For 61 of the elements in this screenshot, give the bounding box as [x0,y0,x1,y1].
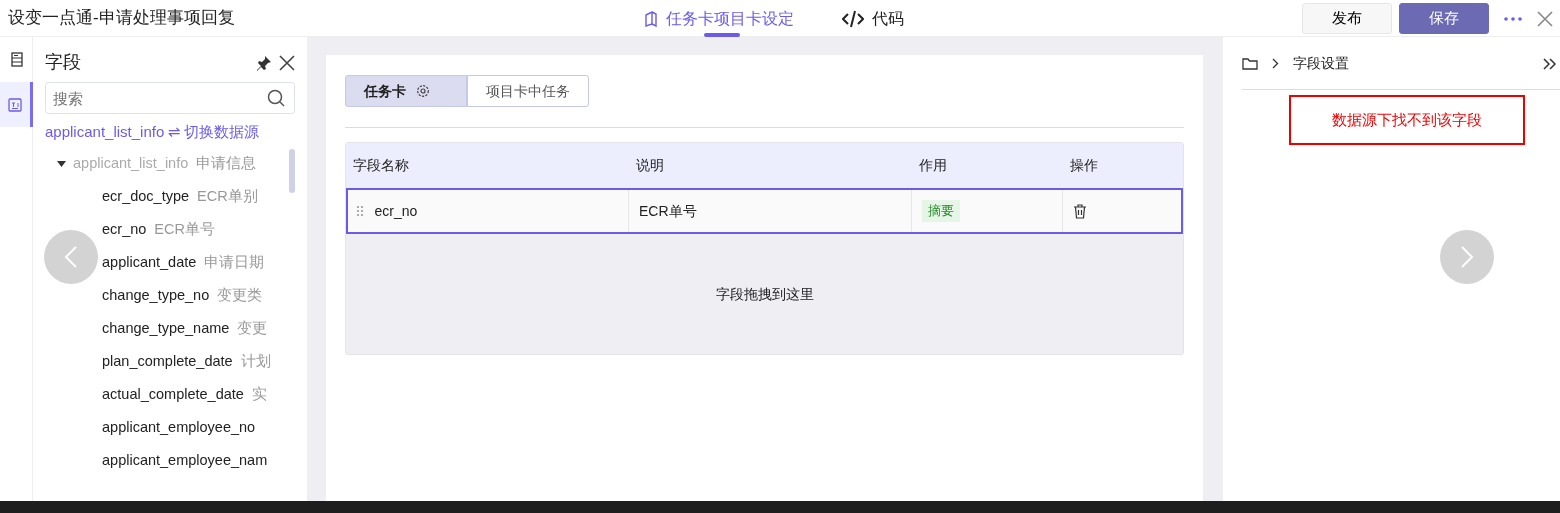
role-tag: 摘要 [922,200,960,222]
field-name[interactable]: change_type_no [102,284,210,307]
table-cell-text: ECR单号 [639,201,697,221]
more-icon [1503,15,1523,22]
drag-handle-icon [356,205,364,217]
sidebar-tab[interactable] [0,82,33,127]
field-description: 变更类 [217,285,263,305]
close-icon [279,54,295,71]
field-name[interactable]: ecr_no [102,218,147,241]
field-description: 计划 [240,351,271,371]
caret-icon [57,159,66,169]
chevron-left-icon [64,245,78,269]
search-icon [267,89,285,108]
save-button[interactable]: 保存 [1399,2,1489,34]
delete-button[interactable] [1073,203,1087,219]
tab[interactable]: 任务卡 [345,75,467,107]
pin-icon [256,54,272,71]
publish-button[interactable]: 发布 [1302,2,1392,34]
chevron-icon [1272,57,1279,69]
column-header: 字段名称 [352,156,410,175]
error-message: 数据源下找不到该字段 [1289,95,1525,145]
breadcrumb-item: 字段设置 [1293,53,1349,73]
field-name[interactable]: plan_complete_date [102,350,233,373]
switch-source-link[interactable]: ⇌ 切换数据源 [167,121,260,144]
book-icon [644,10,658,27]
field-name[interactable]: applicant_employee_nam [102,449,268,472]
scrollbar [289,149,295,194]
list-icon [8,97,22,112]
field-description: ECR单别 [197,186,258,206]
field-description: ECR单号 [154,219,215,239]
field-description: 申请日期 [204,252,265,272]
tab[interactable]: 任务卡项目卡设定 [640,0,798,37]
table-row[interactable]: ecr_no ECR单号 摘要 [346,188,1183,234]
code-icon [842,9,864,28]
expand-toggle[interactable] [57,159,66,169]
tab[interactable]: 代码 [838,0,908,37]
trash-icon [1073,203,1087,219]
folder-icon [1242,56,1258,70]
field-description: 变更 [237,318,268,338]
close-icon [1537,10,1553,27]
window-title: 设变一点通-申请处理事项回复 [7,7,235,30]
field-description: 实 [251,384,267,404]
search-field[interactable]: 搜索 [45,82,295,115]
drop-hint: 字段拖拽到这里 [715,284,814,304]
data-source-name: applicant_list_info [45,122,165,143]
table-cell-text: ecr_no [374,201,418,221]
double-chevron-icon [1542,57,1557,70]
field-name[interactable]: actual_complete_date [102,383,244,406]
chevron-right-icon [1460,245,1474,269]
field-name[interactable]: applicant_date [102,251,197,274]
field-name[interactable]: applicant_employee_no [102,416,256,439]
column-header: 说明 [635,156,665,175]
column-header: 操作 [1069,156,1099,175]
field-name[interactable]: ecr_doc_type [102,185,190,208]
tab[interactable]: 项目卡中任务 [467,75,589,107]
panel-title: 字段 [45,51,81,74]
gear-icon [416,84,430,98]
form-icon [10,52,23,67]
field-name[interactable]: change_type_name [102,317,230,340]
column-header: 作用 [918,156,948,175]
field-description: 申请信息 [196,153,257,173]
